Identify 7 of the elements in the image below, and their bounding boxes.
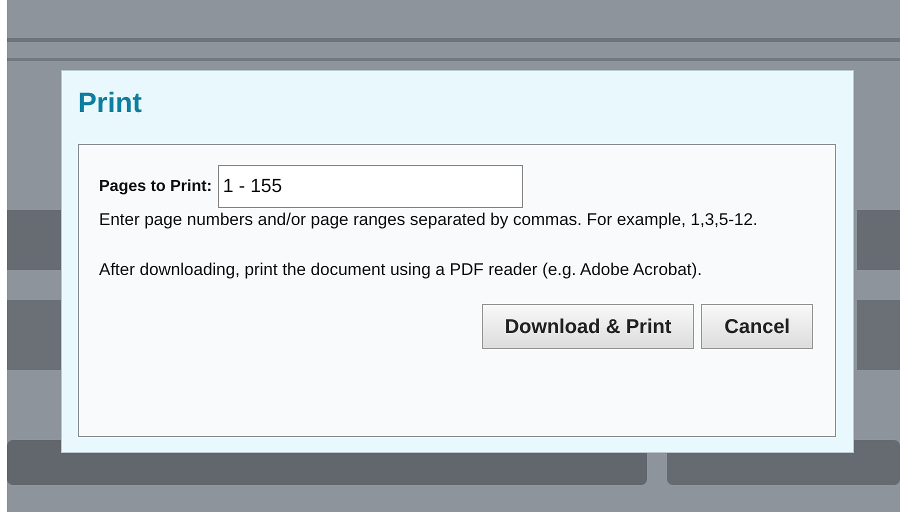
dialog-title: Print xyxy=(78,89,143,120)
pages-input[interactable]: 1 - 155 xyxy=(218,165,523,208)
download-print-button[interactable]: Download & Print xyxy=(482,304,694,349)
pages-label: Pages to Print: xyxy=(99,176,212,196)
hint-text: Enter page numbers and/or page ranges separated by commas. For example, 1,3,5-12. xyxy=(99,209,759,231)
cancel-button[interactable]: Cancel xyxy=(701,304,813,349)
note-text: After downloading, print the document using a PDF reader (e.g. Adobe Acrobat). xyxy=(99,259,703,281)
